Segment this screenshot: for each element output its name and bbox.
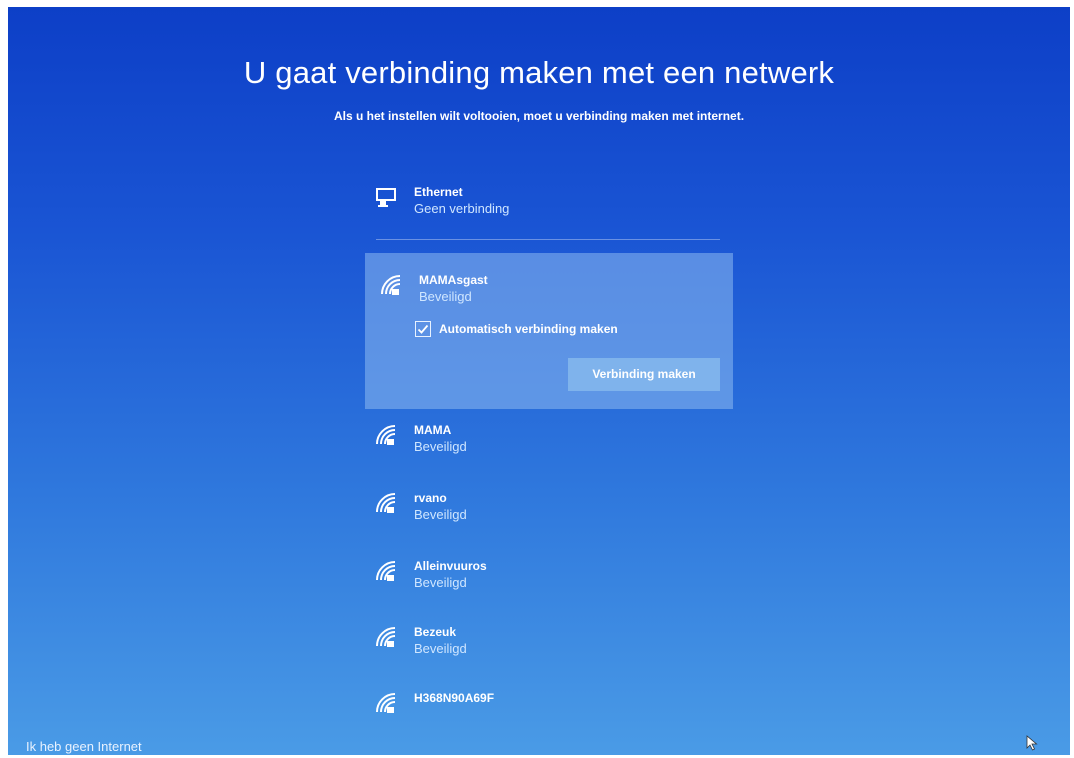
wifi-secure-icon [374, 625, 398, 649]
network-item[interactable]: rvano Beveiligd [374, 491, 674, 527]
network-item-ethernet[interactable]: Ethernet Geen verbinding [374, 185, 674, 221]
ethernet-icon [374, 185, 398, 209]
connect-button[interactable]: Verbinding maken [568, 358, 720, 391]
network-item[interactable]: MAMA Beveiligd [374, 423, 674, 459]
network-status: Beveiligd [419, 289, 472, 304]
wifi-secure-icon [374, 423, 398, 447]
oobe-network-screen: U gaat verbinding maken met een netwerk … [8, 7, 1070, 755]
network-status: Beveiligd [414, 575, 467, 590]
network-item[interactable]: Alleinvuuros Beveiligd [374, 559, 674, 595]
wifi-secure-icon [379, 273, 403, 297]
wifi-secure-icon [374, 691, 398, 715]
selected-network-panel[interactable]: MAMAsgast Beveiligd Automatisch verbindi… [365, 253, 733, 409]
network-item[interactable]: H368N90A69F [374, 691, 674, 727]
network-name: Alleinvuuros [414, 559, 487, 573]
wifi-secure-icon [374, 559, 398, 583]
page-subtitle: Als u het instellen wilt voltooien, moet… [333, 109, 745, 123]
network-status: Beveiligd [414, 439, 467, 454]
network-status: Beveiligd [414, 507, 467, 522]
network-name: H368N90A69F [414, 691, 495, 705]
network-name: rvano [414, 491, 447, 505]
check-icon [417, 324, 429, 334]
network-name: MAMAsgast [419, 273, 488, 287]
network-item-selected[interactable]: MAMAsgast Beveiligd [379, 273, 679, 309]
network-status: Geen verbinding [414, 201, 510, 216]
page-title: U gaat verbinding maken met een netwerk [243, 55, 835, 90]
no-internet-link[interactable]: Ik heb geen Internet [26, 739, 142, 754]
network-name: Ethernet [414, 185, 463, 199]
wifi-secure-icon [374, 491, 398, 515]
network-status: Beveiligd [414, 641, 467, 656]
network-name: Bezeuk [414, 625, 457, 639]
auto-connect-label[interactable]: Automatisch verbinding maken [439, 322, 618, 336]
divider [376, 239, 720, 240]
network-name: MAMA [414, 423, 452, 437]
network-item[interactable]: Bezeuk Beveiligd [374, 625, 674, 661]
mouse-cursor-icon [1026, 735, 1038, 751]
auto-connect-checkbox[interactable] [415, 321, 431, 337]
